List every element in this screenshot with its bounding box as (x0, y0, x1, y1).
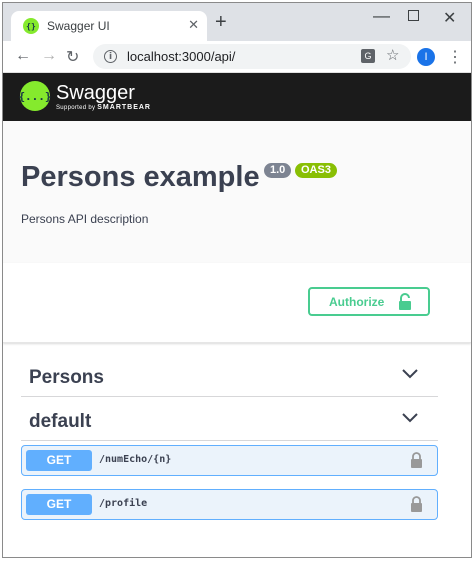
tag-default[interactable]: default (21, 401, 438, 441)
oas-badge: OAS3 (295, 163, 337, 178)
smartbear-label: SMARTBEAR (97, 104, 151, 111)
chevron-down-icon[interactable] (402, 369, 418, 379)
operation-path: /profile (99, 498, 148, 509)
close-window-icon[interactable]: ✕ (443, 8, 456, 28)
api-title: Persons example (21, 161, 260, 193)
tab-strip: {} Swagger UI ✕ + — ✕ (3, 3, 471, 41)
scheme-container: Authorize (3, 263, 471, 343)
version-badge: 1.0 (264, 163, 292, 178)
lock-icon[interactable] (410, 496, 423, 513)
operation-path: /numEcho/{n} (99, 454, 172, 465)
method-badge: GET (26, 450, 92, 471)
browser-window: {} Swagger UI ✕ + — ✕ ← → ↻ i localhost:… (2, 2, 472, 558)
address-bar[interactable]: i localhost:3000/api/ G ☆ (93, 44, 411, 69)
maximize-icon[interactable] (408, 10, 419, 21)
chevron-down-icon[interactable] (402, 413, 418, 423)
info-icon[interactable]: i (104, 50, 117, 63)
new-tab-icon[interactable]: + (215, 12, 227, 32)
close-tab-icon[interactable]: ✕ (188, 17, 199, 33)
minimize-icon[interactable]: — (373, 6, 390, 26)
swagger-favicon-icon: {} (23, 18, 39, 34)
browser-toolbar: ← → ↻ i localhost:3000/api/ G ☆ I ⋮ (3, 41, 471, 73)
authorize-label: Authorize (329, 294, 385, 309)
method-badge: GET (26, 494, 92, 515)
supported-by-label: Supported by (56, 105, 96, 111)
translate-icon[interactable]: G (361, 49, 375, 63)
swagger-logo-icon[interactable]: {...} (18, 81, 52, 111)
tag-name: default (29, 411, 92, 432)
tag-name: Persons (29, 367, 104, 388)
lock-icon[interactable] (410, 452, 423, 469)
unlocked-icon (399, 293, 411, 310)
tab-title: Swagger UI (47, 19, 110, 33)
tab-swagger-ui[interactable]: {} Swagger UI ✕ (11, 11, 207, 41)
menu-icon[interactable]: ⋮ (447, 47, 463, 67)
authorize-button[interactable]: Authorize (308, 287, 430, 316)
forward-arrow-icon[interactable]: → (41, 47, 57, 65)
url-text[interactable]: localhost:3000/api/ (127, 49, 235, 64)
operation-get-numecho[interactable]: GET /numEcho/{n} (21, 445, 438, 476)
tag-persons[interactable]: Persons (21, 357, 438, 397)
swagger-topbar: {...} Swagger Supported by SMARTBEAR (3, 73, 471, 121)
back-arrow-icon[interactable]: ← (15, 47, 31, 65)
star-icon[interactable]: ☆ (386, 46, 399, 64)
api-info: Persons example 1.0 OAS3 Persons API des… (3, 121, 471, 263)
api-description: Persons API description (21, 212, 149, 226)
reload-icon[interactable]: ↻ (66, 47, 79, 67)
operation-get-profile[interactable]: GET /profile (21, 489, 438, 520)
supported-by-text: Supported by SMARTBEAR (56, 104, 151, 111)
swagger-wordmark[interactable]: Swagger (56, 82, 135, 105)
profile-avatar[interactable]: I (417, 48, 435, 66)
